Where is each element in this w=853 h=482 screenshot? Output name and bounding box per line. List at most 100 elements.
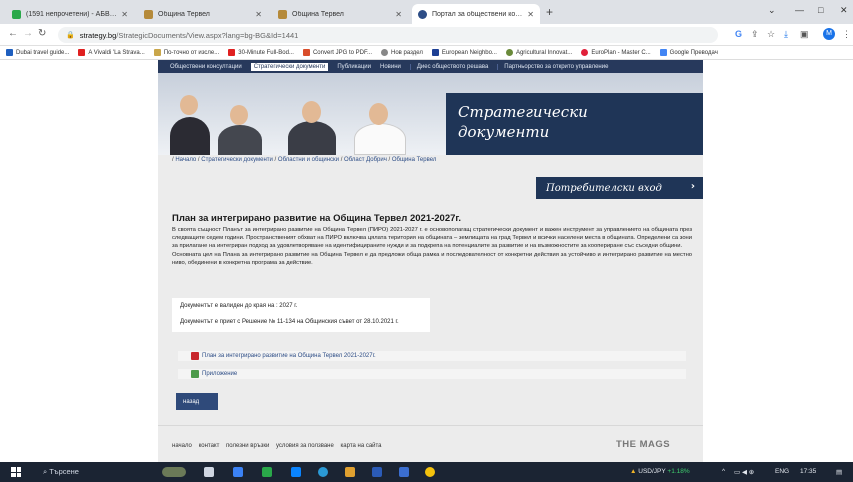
banner-person-image — [218, 125, 262, 155]
side-panel-icon[interactable]: ▣ — [800, 29, 809, 40]
breadcrumb-region-dobrich[interactable]: Област Добрич — [344, 157, 387, 163]
edge-browser-icon[interactable] — [318, 467, 328, 477]
new-tab-plus-icon[interactable]: + — [546, 5, 553, 19]
back-arrow-icon[interactable]: ← — [8, 28, 18, 39]
footer-link-sitemap[interactable]: карта на сайта — [341, 443, 382, 449]
bookmark-item[interactable]: European Neighbo... — [431, 49, 497, 56]
back-button[interactable]: назад — [176, 393, 218, 410]
clock[interactable]: 17:35 — [800, 468, 816, 475]
file-explorer-icon[interactable] — [233, 467, 243, 477]
browser-tab-strategy-portal[interactable]: Портал за обществени консулт... ✕ — [412, 4, 540, 24]
mail-app-icon[interactable] — [291, 467, 301, 477]
bookmark-item[interactable]: Google Преводач — [659, 49, 718, 56]
document-description: В своята същност Планът за интегрирано р… — [172, 227, 692, 266]
language-indicator[interactable]: ENG — [775, 468, 789, 475]
bookmark-item[interactable]: EuroPlan - Master C... — [581, 49, 651, 56]
bookmark-item[interactable]: Agricultural Innovat... — [505, 49, 572, 56]
chevron-right-icon: › — [690, 181, 695, 192]
banner-person-image — [288, 121, 336, 155]
browser-tab-bar: (1591 непрочетени) - АБВ поща ✕ Община Т… — [0, 0, 853, 24]
footer-links: начало контакт полезни връзки условия за… — [172, 443, 387, 449]
windows-start-icon[interactable] — [11, 467, 21, 477]
attachments-list: План за интегрирано развитие на Община Т… — [178, 351, 686, 379]
page-title-line-1: Стратегически — [458, 103, 588, 121]
nav-item-open-government[interactable]: Партньорство за открито управление — [497, 63, 608, 70]
close-tab-icon[interactable]: ✕ — [255, 10, 262, 19]
document-title: План за интегрирано развитие на Община Т… — [172, 213, 462, 224]
url-omnibox[interactable]: 🔒 strategy.bg/StrategicDocuments/View.as… — [58, 27, 718, 43]
notifications-icon[interactable]: ▤ — [836, 468, 842, 476]
mail-favicon-icon — [12, 9, 21, 19]
site-top-nav: Обществени консултации Стратегически док… — [158, 60, 703, 73]
youtube-icon — [228, 49, 236, 56]
bookmark-item[interactable]: По-точно от изсле... — [153, 49, 219, 56]
page-title-line-2: документи — [458, 123, 550, 141]
share-icon[interactable]: ⇪ — [751, 29, 759, 40]
user-login-button[interactable]: Потребителски вход › — [536, 177, 703, 199]
taskbar-search[interactable]: ⌕ Търсене — [43, 467, 79, 477]
tray-chevron-icon[interactable]: ^ — [722, 468, 725, 475]
google-translate-icon — [659, 49, 667, 56]
nav-item-strategic-documents[interactable]: Стратегически документи — [250, 62, 329, 71]
tab-search-chevron-icon[interactable]: ⌄ — [768, 5, 776, 16]
nav-item-society-decides[interactable]: Диес обществото решава — [409, 63, 488, 70]
nav-item-consultations[interactable]: Обществени консултации — [170, 64, 242, 70]
close-tab-icon[interactable]: ✕ — [395, 10, 402, 19]
close-tab-icon[interactable]: ✕ — [527, 10, 534, 19]
browser-tab-tervel-1[interactable]: Община Тервел ✕ — [138, 4, 268, 24]
folder-icon[interactable] — [345, 467, 355, 477]
portal-favicon-icon — [418, 9, 427, 19]
breadcrumb-home[interactable]: Начало — [175, 157, 196, 163]
chrome-browser-icon[interactable] — [425, 467, 435, 477]
bookmark-star-icon[interactable]: ☆ — [767, 29, 775, 40]
breadcrumb-regional-municipal[interactable]: Областни и общински — [278, 157, 339, 163]
maximize-icon[interactable]: □ — [818, 5, 823, 15]
bookmark-item[interactable]: 30-Minute Full-Bod... — [228, 49, 294, 56]
attachment-link-appendix[interactable]: Приложение — [178, 369, 686, 379]
close-tab-icon[interactable]: ✕ — [121, 10, 128, 19]
banner-person-image — [354, 123, 406, 155]
pdf-file-icon — [191, 352, 199, 360]
bookmark-item[interactable]: A Vivaldi 'La Strava... — [78, 49, 145, 56]
breadcrumb-strategic-documents[interactable]: Стратегически документи — [201, 157, 273, 163]
task-view-icon[interactable] — [204, 467, 214, 477]
lock-icon: 🔒 — [66, 32, 75, 39]
bookmark-item[interactable]: Convert JPG to PDF... — [302, 49, 372, 56]
minimize-icon[interactable]: — — [795, 5, 804, 15]
bookmarks-bar: Dubai travel guide... A Vivaldi 'La Stra… — [0, 46, 853, 60]
reload-icon[interactable]: ↻ — [38, 28, 46, 39]
app-icon[interactable] — [399, 467, 409, 477]
globe-icon — [381, 49, 388, 56]
bookmark-item[interactable]: Dubai travel guide... — [6, 49, 69, 56]
footer-link-useful-links[interactable]: полезни връзки — [226, 443, 269, 449]
profile-avatar[interactable]: M — [823, 28, 835, 40]
footer-link-contact[interactable]: контакт — [199, 443, 220, 449]
bookmark-favicon-icon — [581, 49, 589, 56]
banner-person-image — [302, 101, 321, 123]
footer-link-home[interactable]: начало — [172, 443, 192, 449]
banner-person-image — [180, 95, 198, 115]
archive-file-icon — [191, 370, 199, 378]
banner-person-image — [369, 103, 388, 125]
google-lens-icon[interactable]: G — [735, 29, 742, 39]
valid-until-text: Документът е валиден до края на : 2027 г… — [180, 303, 298, 309]
store-icon[interactable] — [262, 467, 272, 477]
news-widget-icon[interactable] — [162, 467, 186, 477]
nav-item-publications[interactable]: Публикации — [337, 64, 371, 70]
browser-tab-tervel-2[interactable]: Община Тервел ✕ — [272, 4, 408, 24]
nav-item-news[interactable]: Новини — [380, 64, 401, 70]
banner-title-box: Стратегически документи — [446, 93, 703, 155]
download-icon[interactable]: ⤓ — [784, 29, 788, 40]
menu-kebab-icon[interactable]: ⋮ — [842, 29, 851, 40]
footer-logo[interactable]: THE MAGS — [616, 439, 670, 450]
breadcrumb-municipality-tervel[interactable]: Община Тервел — [392, 157, 436, 163]
browser-tab-mail[interactable]: (1591 непрочетени) - АБВ поща ✕ — [6, 4, 134, 24]
network-volume-icon[interactable]: ▭ ◀ ⊕ — [734, 468, 754, 476]
attachment-link-plan[interactable]: План за интегрирано развитие на Община Т… — [178, 351, 686, 361]
word-icon[interactable] — [372, 467, 382, 477]
currency-ticker[interactable]: ▲ USD/JPY +1.18% — [630, 468, 690, 475]
footer-link-terms[interactable]: условия за ползване — [276, 443, 334, 449]
close-window-icon[interactable]: ✕ — [840, 5, 848, 16]
forward-arrow-icon[interactable]: → — [23, 28, 33, 39]
bookmark-item[interactable]: Нов раздел — [381, 49, 423, 56]
